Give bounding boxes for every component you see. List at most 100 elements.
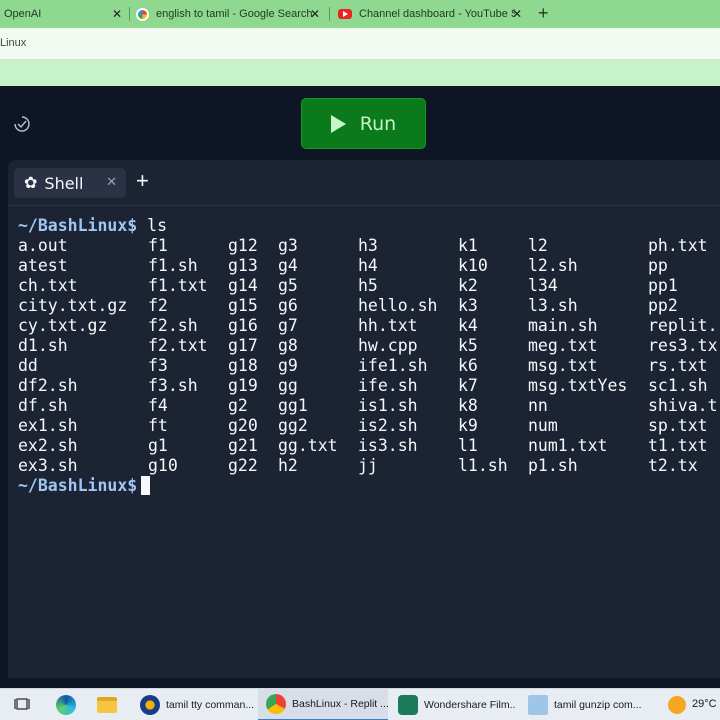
file-name: msg.txt xyxy=(528,356,598,375)
file-name: sp.txt xyxy=(648,416,708,435)
file-name: nn xyxy=(528,396,548,415)
file-name: city.txt.gz xyxy=(18,296,128,315)
file-name: ex3.sh xyxy=(18,456,78,475)
close-icon[interactable]: ✕ xyxy=(512,7,522,21)
task-view-icon[interactable] xyxy=(14,697,30,713)
file-name: dd xyxy=(18,356,38,375)
ls-row: atest f1.sh g13 g4 h4 k10 l2.sh pp xyxy=(18,256,720,276)
file-name: f1 xyxy=(148,236,168,255)
file-name: k1 xyxy=(458,236,478,255)
file-name: l2 xyxy=(528,236,548,255)
file-name: cy.txt.gz xyxy=(18,316,108,335)
browser-tab-openai[interactable]: OpenAI ✕ xyxy=(0,0,128,28)
taskbar-app-notepad[interactable]: tamil gunzip com... xyxy=(522,689,646,720)
file-name: g1 xyxy=(148,436,168,455)
file-name: f1.txt xyxy=(148,276,208,295)
file-name: df.sh xyxy=(18,396,68,415)
prompt: ~/BashLinux$ xyxy=(18,216,138,235)
file-name: g6 xyxy=(278,296,298,315)
file-name: g3 xyxy=(278,236,298,255)
file-name: f3.sh xyxy=(148,376,198,395)
file-name: g14 xyxy=(228,276,258,295)
file-name: main.sh xyxy=(528,316,598,335)
add-tab-button[interactable]: + xyxy=(136,170,149,192)
file-name: meg.txt xyxy=(528,336,598,355)
file-name: f2.sh xyxy=(148,316,198,335)
taskbar-app-replit[interactable]: BashLinux - Replit ... xyxy=(258,689,388,720)
run-button[interactable]: Run xyxy=(301,98,426,149)
file-name: g15 xyxy=(228,296,258,315)
file-name: k5 xyxy=(458,336,478,355)
prompt: ~/BashLinux$ xyxy=(18,476,138,495)
youtube-icon xyxy=(338,9,352,19)
file-name: jj xyxy=(358,456,378,475)
browser-tab-youtube[interactable]: Channel dashboard - YouTube St ✕ xyxy=(338,0,528,28)
taskbar-app-tamil-tty[interactable]: tamil tty comman... xyxy=(134,689,256,720)
file-name: df2.sh xyxy=(18,376,78,395)
new-tab-button[interactable]: + xyxy=(538,3,549,24)
file-name: atest xyxy=(18,256,68,275)
weather-icon[interactable] xyxy=(668,696,686,714)
file-name: rs.txt xyxy=(648,356,708,375)
file-name: g10 xyxy=(148,456,178,475)
play-icon xyxy=(330,114,346,133)
file-name: pp2 xyxy=(648,296,678,315)
file-name: g7 xyxy=(278,316,298,335)
file-name: l1.sh xyxy=(458,456,508,475)
ls-row: a.out f1 g12 g3 h3 k1 l2 ph.txt xyxy=(18,236,720,256)
file-name: h2 xyxy=(278,456,298,475)
file-name: g17 xyxy=(228,336,258,355)
file-name: f4 xyxy=(148,396,168,415)
file-name: is1.sh xyxy=(358,396,418,415)
address-text: Linux xyxy=(0,37,27,49)
ls-row: d1.sh f2.txt g17 g8 hw.cpp k5 meg.txt res3.tx xyxy=(18,336,720,356)
edge-icon[interactable] xyxy=(56,695,76,715)
filmora-icon xyxy=(398,695,418,715)
history-icon[interactable] xyxy=(12,116,32,132)
browser-tab-google[interactable]: english to tamil - Google Search ✕ xyxy=(136,0,326,28)
file-name: is3.sh xyxy=(358,436,418,455)
ls-row: ex3.sh g10 g22 h2 jj l1.sh p1.sh t2.tx xyxy=(18,456,720,476)
file-name: k3 xyxy=(458,296,478,315)
command-text: ls xyxy=(147,216,168,235)
tab-label: OpenAI xyxy=(4,8,42,20)
file-name: hw.cpp xyxy=(358,336,418,355)
file-name: t2.tx xyxy=(648,456,698,475)
tab-shell[interactable]: ✿ Shell ✕ xyxy=(14,168,126,198)
address-bar[interactable]: Linux xyxy=(0,28,720,60)
file-name: l1 xyxy=(458,436,478,455)
taskbar-app-wondershare[interactable]: Wondershare Film... xyxy=(392,689,516,720)
ls-output: a.out f1 g12 g3 h3 k1 l2 ph.txt atest f1.sh g13 g4 h… xyxy=(18,236,720,476)
file-explorer-icon[interactable] xyxy=(97,697,117,713)
close-icon[interactable]: ✕ xyxy=(112,7,122,21)
file-name: res3.tx xyxy=(648,336,718,355)
file-name: gg1 xyxy=(278,396,308,415)
file-name: hh.txt xyxy=(358,316,418,335)
file-name: l34 xyxy=(528,276,558,295)
file-name: ex2.sh xyxy=(18,436,78,455)
terminal-output[interactable]: ~/BashLinux$ ls a.out f1 g12 g3 h3 k1 l2 ph.txt… xyxy=(18,216,720,676)
file-name: l2.sh xyxy=(528,256,578,275)
file-name: is2.sh xyxy=(358,416,418,435)
file-name: k8 xyxy=(458,396,478,415)
file-name: k10 xyxy=(458,256,488,275)
tab-label: Channel dashboard - YouTube St xyxy=(359,8,515,20)
terminal-cursor xyxy=(141,476,151,495)
google-icon xyxy=(136,7,149,21)
file-name: g8 xyxy=(278,336,298,355)
tab-label: english to tamil - Google Search xyxy=(156,8,313,20)
ls-row: city.txt.gz f2 g15 g6 hello.sh k3 l3.sh pp2 xyxy=(18,296,720,316)
file-name: g12 xyxy=(228,236,258,255)
file-name: g22 xyxy=(228,456,258,475)
file-name: g16 xyxy=(228,316,258,335)
close-icon[interactable]: ✕ xyxy=(310,7,320,21)
file-name: f3 xyxy=(148,356,168,375)
file-name: msg.txtYes xyxy=(528,376,628,395)
close-icon[interactable]: ✕ xyxy=(106,174,117,190)
chrome-profile-icon xyxy=(140,695,160,715)
file-name: ft xyxy=(148,416,168,435)
file-name: ife1.sh xyxy=(358,356,428,375)
screen: OpenAI ✕ english to tamil - Google Searc… xyxy=(0,0,720,720)
ls-row: df.sh f4 g2 gg1 is1.sh k8 nn shiva.t xyxy=(18,396,720,416)
ls-row: dd f3 g18 g9 ife1.sh k6 msg.txt rs.txt xyxy=(18,356,720,376)
